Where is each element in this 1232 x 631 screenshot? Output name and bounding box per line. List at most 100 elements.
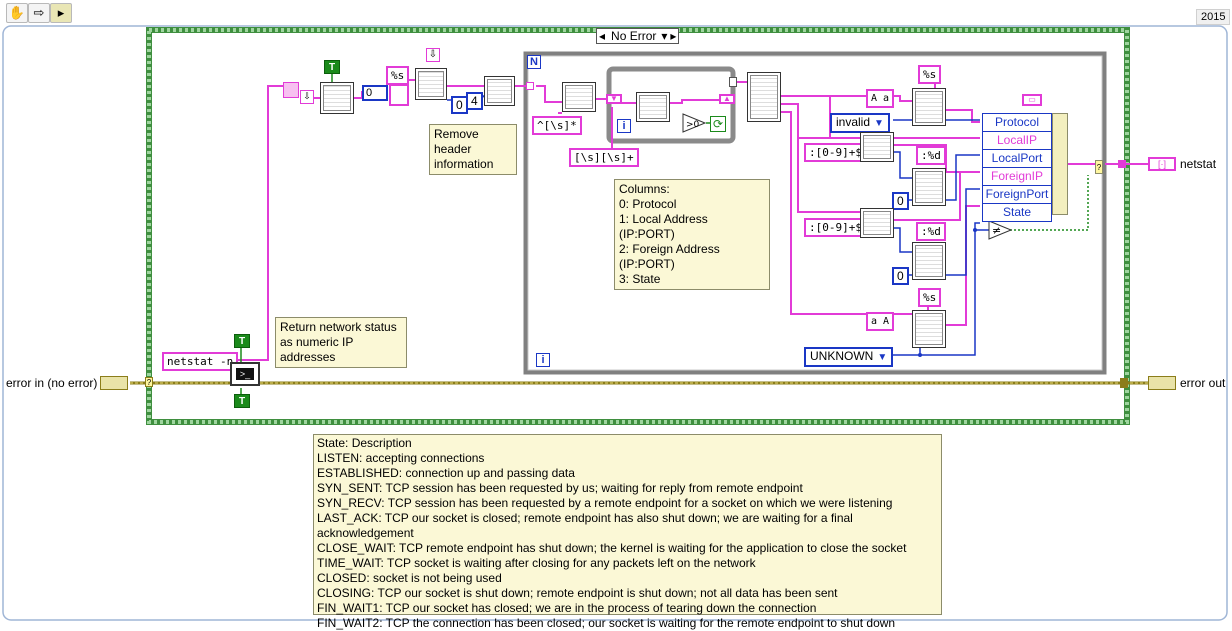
bundle-field-localport[interactable]: LocalPort [983,150,1051,168]
invalid-enum-value: invalid [836,115,871,129]
error-out-terminal[interactable] [1148,376,1176,390]
cluster-constant-icon[interactable]: ▭ [1022,94,1042,106]
array-subset-node[interactable] [415,68,447,100]
states-comment-line: LAST_ACK: TCP our socket is closed; remo… [317,511,853,540]
columns-comment-line: 2: Foreign Address (IP:PORT) [619,242,720,271]
regex-multi-ws-constant[interactable]: [\s][\s]+ [569,148,639,167]
match-pattern-node-2[interactable] [860,208,894,238]
while-loop-iteration-terminal: i [617,119,631,133]
case-selector-value: No Error [611,29,657,43]
error-out-label: error out [1180,376,1226,390]
four-constant[interactable]: 4 [466,92,483,110]
true-constant-1[interactable]: T [234,334,250,348]
unknown-enum-constant[interactable]: UNKNOWN ▼ [804,347,894,367]
enum-dropdown-icon: ▼ [877,352,888,363]
format-d-constant-1[interactable]: :%d [916,146,946,165]
search-replace-node-2[interactable] [636,92,670,122]
columns-comment-line: Columns: [619,182,670,196]
format-s-constant-2[interactable]: %s [918,65,942,84]
zero-constant-4[interactable]: 0 [892,267,909,285]
unknown-enum-value: UNKNOWN [810,349,874,363]
regex-leading-ws-constant[interactable]: ^[\s]* [532,116,582,135]
true-constant-3[interactable]: T [324,60,340,74]
case-next-icon[interactable]: ▸ [668,29,678,43]
search-replace-node-1[interactable] [562,82,596,112]
conditional-tunnel: ? [1095,160,1103,174]
bundle-field-localip[interactable]: LocalIP [983,132,1051,150]
bundle-field-foreignip[interactable]: ForeignIP [983,168,1051,186]
string-subset-icon[interactable] [283,82,299,98]
columns-comment-line: 0: Protocol [619,197,677,211]
states-comment-line: SYN_SENT: TCP session has been requested… [317,481,803,495]
error-in-label: error in (no error) [6,376,98,390]
netstat-terminal[interactable]: [·] [1148,157,1176,171]
match-pattern-node-1[interactable] [860,132,894,162]
format-s-constant-1[interactable]: %s [386,66,410,85]
scan-from-string-node-3[interactable] [912,242,946,280]
version-label: 2015 [1196,9,1231,25]
true-constant-2[interactable]: T [234,394,250,408]
array-constant-pink[interactable] [389,84,409,106]
zero-constant-1-value: 0 [366,87,373,99]
states-comment-line: FIN_WAIT2: TCP the connection has been c… [317,616,896,630]
states-comment: State: Description LISTEN: accepting con… [313,434,942,630]
bundle-field-protocol[interactable]: Protocol [983,114,1051,132]
bundle-output-bar [1052,113,1068,215]
svg-text:>0: >0 [686,120,700,130]
shift-register-left: ▼ [606,94,622,104]
loop-condition-icon[interactable]: ⟳ [710,116,726,132]
bundle-field-foreignport[interactable]: ForeignPort [983,186,1051,204]
states-comment-line: CLOSED: socket is not being used [317,571,502,585]
scan-from-string-node-4[interactable] [912,310,946,348]
netstat-label: netstat [1180,157,1217,171]
bundle-by-name-node[interactable]: Protocol LocalIP LocalPort ForeignIP For… [982,113,1052,222]
zero-constant-1[interactable]: 0 [362,85,388,101]
invalid-enum-constant[interactable]: invalid ▼ [830,113,890,133]
scan-from-string-node-1[interactable] [912,88,946,126]
hand-icon[interactable]: ✋ [6,3,28,23]
delete-from-array-icon[interactable]: ⇩ [426,48,440,62]
for-loop-input-tunnel [526,82,534,90]
arrow-right-icon[interactable]: ⇨ [28,3,50,23]
while-loop-output-tunnel [729,77,737,87]
to-lower-case-node[interactable]: a A [866,312,895,331]
columns-comment-line: 1: Local Address (IP:PORT) [619,212,708,241]
run-vi-icon[interactable]: ▸ [50,3,72,23]
states-comment-line: State: Description [317,436,412,450]
for-loop-count-terminal[interactable]: N [527,55,541,69]
shift-register-right: ▲ [719,94,735,104]
enum-dropdown-icon: ▼ [874,118,884,129]
columns-comment-line: 3: State [619,272,661,286]
case-prev-icon[interactable]: ◂ [597,29,607,43]
scan-from-string-node-2[interactable] [912,168,946,206]
bundle-field-state[interactable]: State [983,204,1051,221]
error-case-tunnel-in: ? [145,377,153,387]
error-in-terminal[interactable] [100,376,128,390]
array-reshape-node[interactable] [484,76,515,106]
pink-index-icon[interactable]: ⇩ [300,90,314,104]
zero-constant-3[interactable]: 0 [892,192,909,210]
columns-comment: Columns: 0: Protocol 1: Local Address (I… [614,179,770,290]
error-case-tunnel-out [1120,378,1128,388]
svg-text:≠: ≠ [992,224,1001,237]
states-comment-line: CLOSING: TCP our socket is shut down; re… [317,586,838,600]
regex-port-constant-1[interactable]: :[0-9]+$ [804,143,867,162]
netstat-case-tunnel [1118,160,1126,168]
format-d-constant-2[interactable]: :%d [916,222,946,241]
greater-than-zero-node[interactable]: >0 [682,113,707,133]
case-dropdown-icon[interactable]: ▾ [660,29,668,43]
netstat-command-constant[interactable]: netstat -n [162,352,239,371]
spreadsheet-split-node[interactable] [747,72,781,122]
states-comment-line: ESTABLISHED: connection up and passing d… [317,466,575,480]
remove-header-comment: Remove header information [429,124,517,175]
terminal-icon: >_ [236,368,254,380]
states-comment-line: LISTEN: accepting connections [317,451,485,465]
system-exec-node[interactable]: >_ [230,362,260,386]
case-selector[interactable]: ◂ No Error ▾ ▸ [596,28,680,44]
not-equal-node[interactable]: ≠ [988,220,1013,240]
states-comment-line: CLOSE_WAIT: TCP remote endpoint has shut… [317,541,907,555]
regex-port-constant-2[interactable]: :[0-9]+$ [804,218,867,237]
format-s-constant-3[interactable]: %s [918,288,942,307]
spreadsheet-to-array-node[interactable] [320,82,354,114]
to-upper-case-node[interactable]: A a [866,89,895,108]
